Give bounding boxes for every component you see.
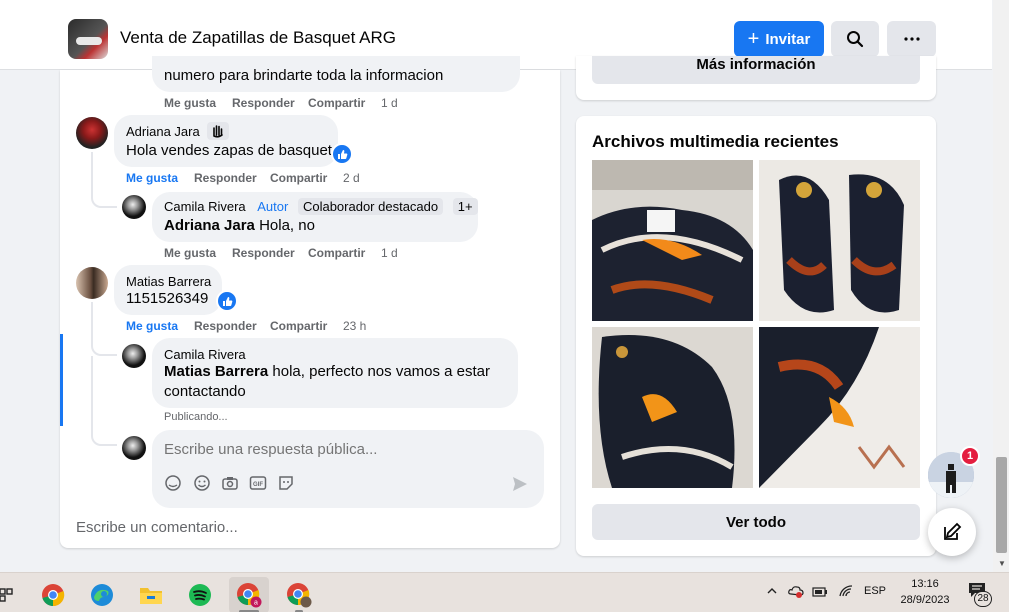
- system-clock[interactable]: 13:16 28/9/2023: [890, 576, 960, 608]
- author-role-badge: Autor: [257, 199, 289, 214]
- camera-icon[interactable]: [221, 474, 239, 492]
- media-thumbnail[interactable]: [759, 327, 920, 488]
- avatar-sticker-icon[interactable]: [164, 474, 182, 492]
- comment-time[interactable]: 23 h: [343, 319, 366, 333]
- scrollbar-thumb[interactable]: [996, 457, 1007, 553]
- more-dots-icon: [903, 37, 920, 41]
- write-comment-prompt[interactable]: Escribe un comentario...: [76, 519, 238, 536]
- app-window: Venta de Zapatillas de Basquet ARG + Inv…: [0, 0, 1009, 612]
- invite-button[interactable]: + Invitar: [734, 21, 824, 57]
- media-thumbnail[interactable]: [592, 327, 753, 488]
- comment-author[interactable]: Adriana Jara: [126, 124, 200, 139]
- chrome-profile-a-icon[interactable]: a: [229, 577, 269, 612]
- plus-icon: +: [747, 28, 760, 50]
- clock-time: 13:16: [911, 578, 939, 590]
- windows-taskbar: a: [0, 572, 1009, 612]
- media-section-title: Archivos multimedia recientes: [592, 132, 839, 151]
- like-link[interactable]: Me gusta: [126, 319, 178, 333]
- share-link[interactable]: Compartir: [308, 96, 365, 110]
- like-link[interactable]: Me gusta: [126, 171, 178, 185]
- active-thread-indicator: [60, 334, 63, 426]
- reply-body-line2: contactando: [164, 383, 246, 400]
- spotify-icon[interactable]: [180, 577, 220, 612]
- send-icon[interactable]: [512, 476, 528, 492]
- search-button[interactable]: [831, 21, 879, 57]
- search-icon: [847, 31, 864, 48]
- posting-status: Publicando...: [164, 411, 228, 423]
- reply-body-line1: hola, perfecto nos vamos a estar: [272, 363, 491, 380]
- like-link[interactable]: Me gusta: [164, 246, 216, 260]
- current-user-avatar[interactable]: [122, 436, 146, 460]
- language-indicator[interactable]: ESP: [864, 585, 886, 597]
- like-reaction-icon[interactable]: [331, 143, 353, 165]
- comment-author[interactable]: Matias Barrera: [126, 274, 211, 289]
- reply-body: Hola, no: [259, 217, 315, 234]
- sticker-icon[interactable]: [277, 474, 295, 492]
- notification-center-button[interactable]: 28: [966, 580, 994, 608]
- avatar-adriana[interactable]: [76, 117, 108, 149]
- group-thumbnail[interactable]: [68, 19, 108, 59]
- share-link[interactable]: Compartir: [270, 171, 327, 185]
- share-link[interactable]: Compartir: [308, 246, 365, 260]
- battery-icon[interactable]: [812, 585, 828, 603]
- emoji-icon[interactable]: [193, 474, 211, 492]
- badge-count[interactable]: 1+: [452, 198, 478, 215]
- task-view-icon[interactable]: [0, 577, 26, 612]
- media-thumbnail[interactable]: [759, 160, 920, 321]
- reply-text: Adriana Jara Hola, no: [164, 216, 315, 236]
- svg-text:a: a: [254, 600, 258, 607]
- reply-link[interactable]: Responder: [232, 246, 295, 260]
- gif-icon[interactable]: GIF: [249, 474, 267, 492]
- compose-icon: [944, 522, 962, 540]
- comment-time[interactable]: 1 d: [381, 246, 398, 260]
- edge-icon[interactable]: [82, 577, 122, 612]
- like-reaction-icon[interactable]: [216, 290, 238, 312]
- avatar-camila[interactable]: [122, 195, 146, 219]
- comment-text: Hola vendes zapas de basquet: [126, 142, 332, 159]
- contributor-badge[interactable]: Colaborador destacado: [297, 198, 444, 215]
- invite-label: Invitar: [765, 30, 811, 48]
- like-link[interactable]: Me gusta: [164, 96, 216, 110]
- onedrive-icon[interactable]: [788, 584, 804, 603]
- thread-connector: [91, 152, 117, 208]
- svg-text:GIF: GIF: [253, 482, 263, 488]
- new-message-button[interactable]: [928, 508, 976, 556]
- hand-wave-icon: [207, 122, 229, 140]
- chat-notification-badge: 1: [960, 446, 980, 466]
- media-grid: [592, 160, 920, 488]
- thread-connector: [91, 302, 117, 356]
- reply-text: Matias Barrera hola, perfecto nos vamos …: [164, 362, 490, 382]
- reply-header: Camila Rivera Autor Colaborador destacad…: [164, 198, 478, 215]
- group-title[interactable]: Venta de Zapatillas de Basquet ARG: [120, 28, 396, 48]
- wifi-icon[interactable]: [838, 584, 854, 603]
- reply-link[interactable]: Responder: [194, 319, 257, 333]
- file-explorer-icon[interactable]: [131, 577, 171, 612]
- reply-input[interactable]: [164, 439, 524, 459]
- more-info-label: Más información: [696, 56, 816, 73]
- reply-link[interactable]: Responder: [232, 96, 295, 110]
- more-info-button[interactable]: Más información: [592, 56, 920, 84]
- share-link[interactable]: Compartir: [270, 319, 327, 333]
- comment-time[interactable]: 1 d: [381, 96, 398, 110]
- avatar-camila[interactable]: [122, 344, 146, 368]
- avatar-matias[interactable]: [76, 267, 108, 299]
- mention-link[interactable]: Matias Barrera: [164, 363, 268, 380]
- comment-text: numero para brindarte toda la informacio…: [164, 67, 444, 84]
- comment-text: 1151526349: [126, 290, 209, 307]
- chrome-profile-b-icon[interactable]: [279, 577, 319, 612]
- see-all-button[interactable]: Ver todo: [592, 504, 920, 540]
- comment-author[interactable]: Camila Rivera: [164, 199, 246, 214]
- chevron-up-icon[interactable]: [766, 584, 778, 602]
- clock-date: 28/9/2023: [900, 594, 950, 606]
- scroll-down-arrow-icon[interactable]: ▼: [998, 559, 1006, 568]
- notification-count: 28: [974, 591, 992, 607]
- comment-time[interactable]: 2 d: [343, 171, 360, 185]
- comment-author[interactable]: Camila Rivera: [164, 347, 246, 362]
- more-options-button[interactable]: [887, 21, 936, 57]
- media-thumbnail[interactable]: [592, 160, 753, 321]
- thread-connector: [91, 356, 117, 446]
- chrome-icon[interactable]: [33, 577, 73, 612]
- reply-link[interactable]: Responder: [194, 171, 257, 185]
- mention-link[interactable]: Adriana Jara: [164, 217, 255, 234]
